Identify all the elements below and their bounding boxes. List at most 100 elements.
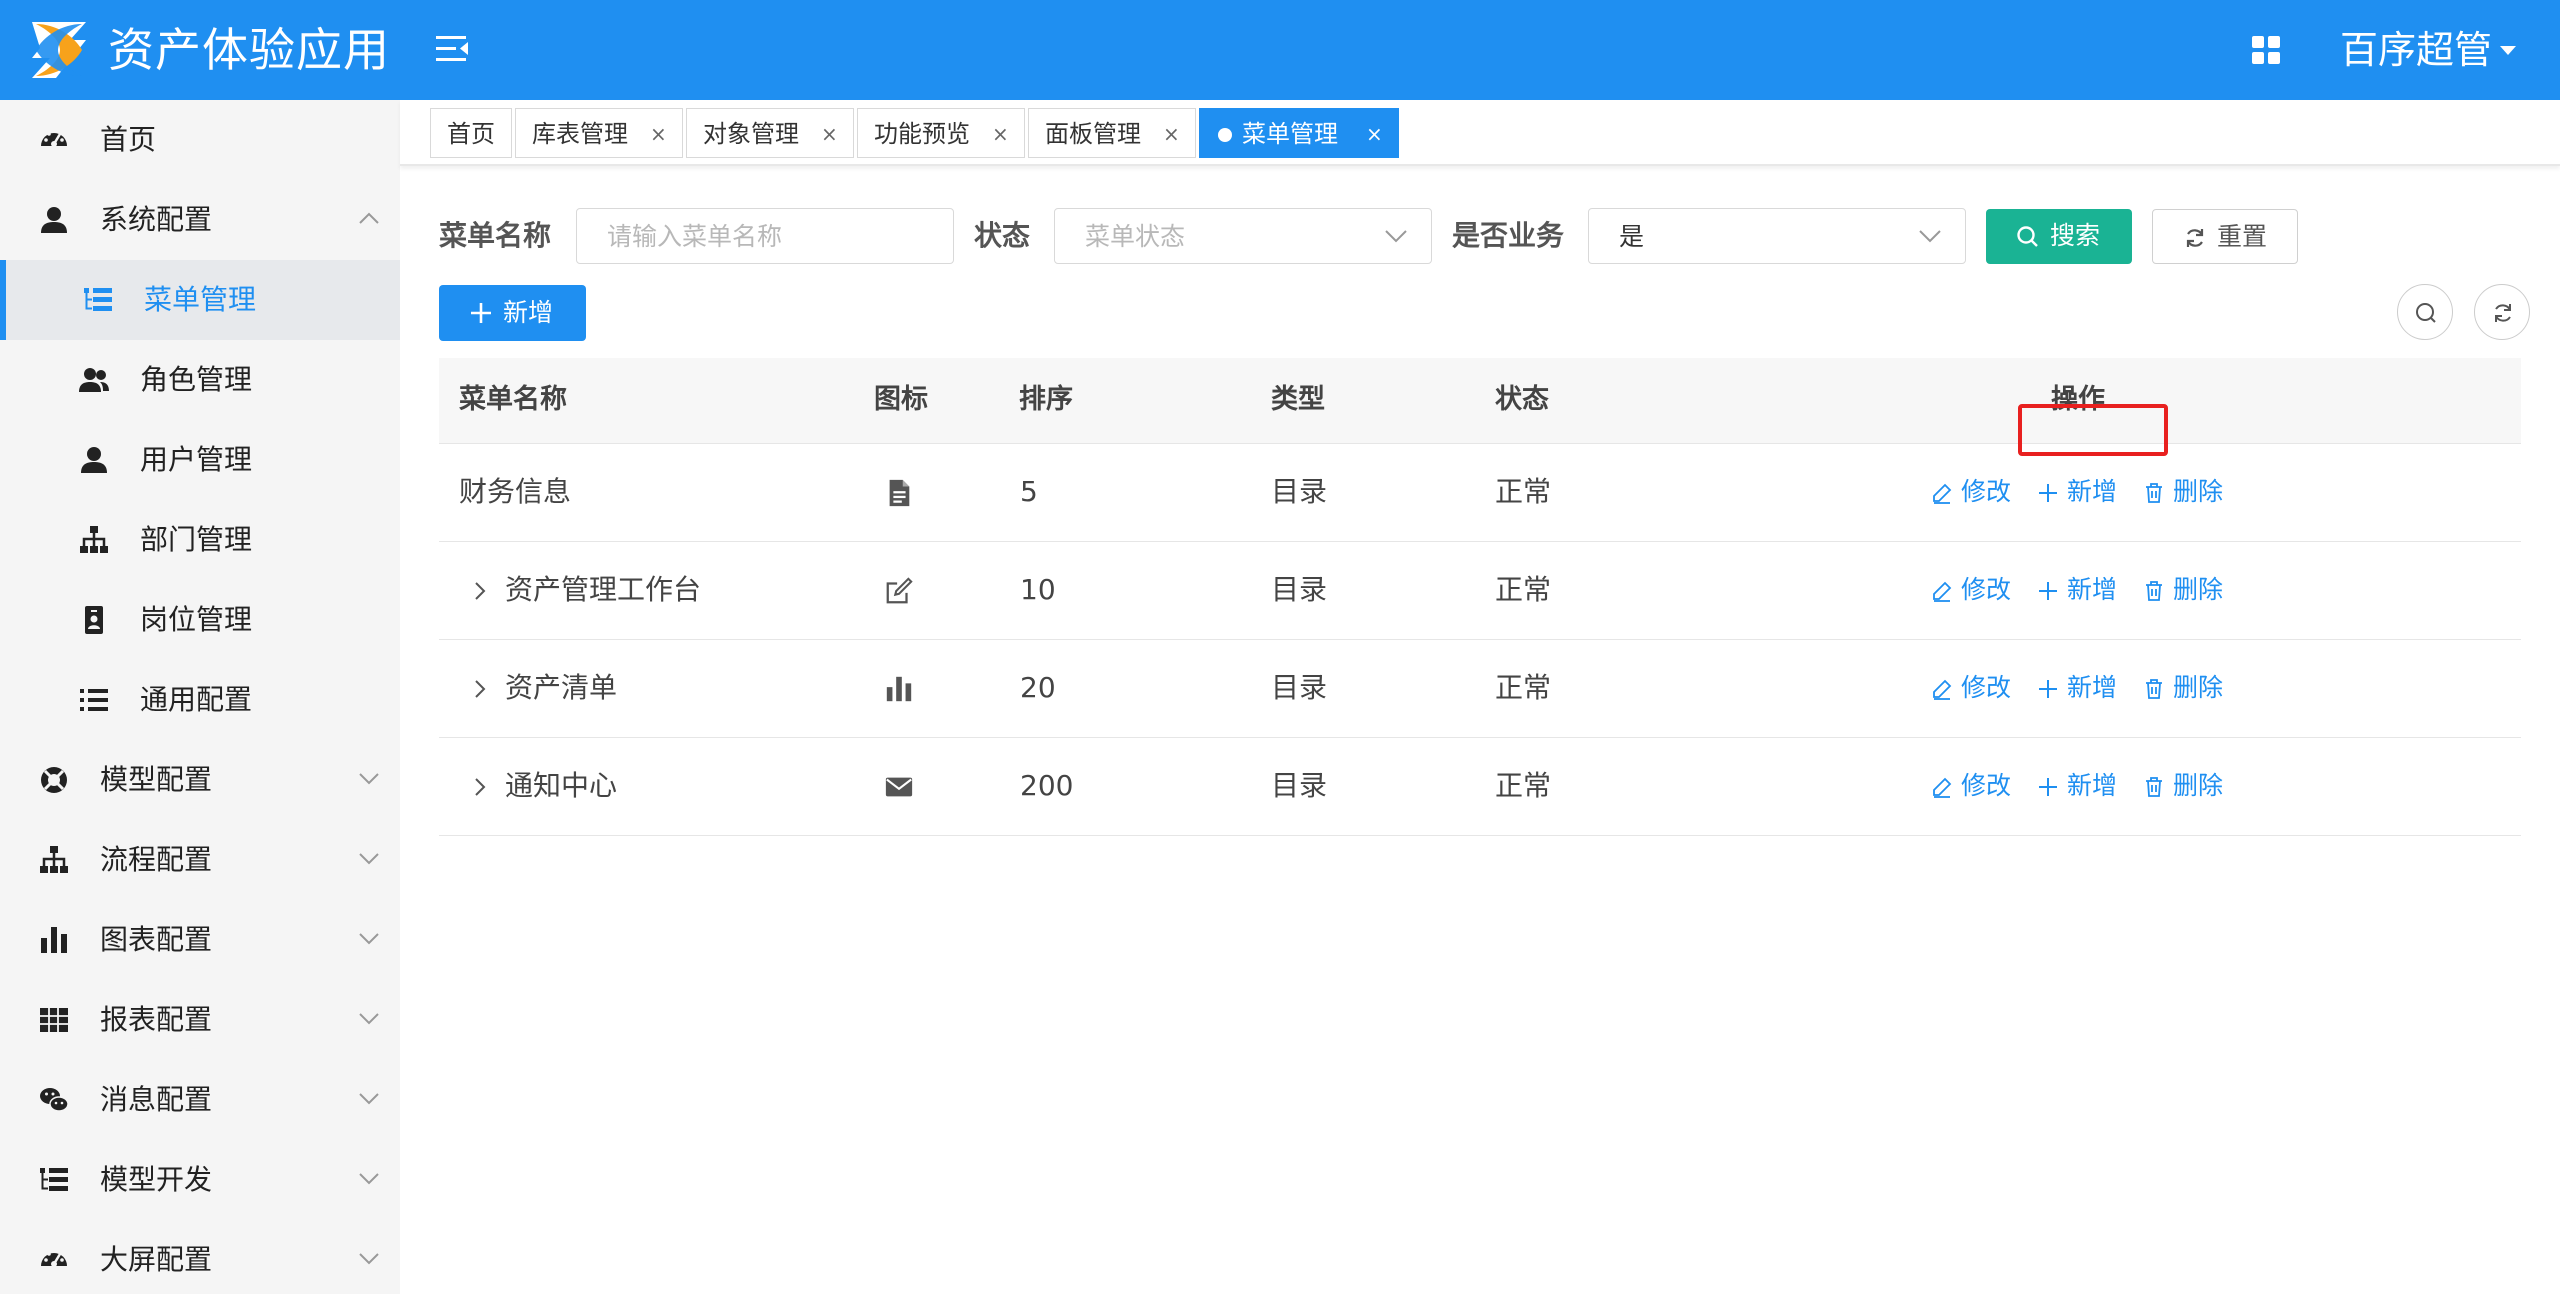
sidebar-item-9[interactable]: 流程配置 bbox=[0, 820, 400, 900]
close-icon[interactable]: × bbox=[992, 121, 1009, 147]
annotation-highlight-box bbox=[2018, 404, 2168, 456]
sidebar-item-4[interactable]: 用户管理 bbox=[0, 420, 400, 500]
reset-button[interactable]: 重置 bbox=[2152, 209, 2298, 264]
trash-icon bbox=[2146, 679, 2162, 699]
sidebar-item-12[interactable]: 消息配置 bbox=[0, 1060, 400, 1140]
tab-4[interactable]: 面板管理 × bbox=[1028, 108, 1196, 158]
sidebar-item-10[interactable]: 图表配置 bbox=[0, 900, 400, 980]
chevron-right-icon[interactable] bbox=[473, 776, 487, 798]
apps-grid-icon[interactable] bbox=[2252, 36, 2282, 66]
toggle-search-button[interactable] bbox=[2397, 284, 2453, 340]
cell-order: 200 bbox=[1020, 769, 1074, 802]
add-label: 新增 bbox=[2067, 575, 2118, 604]
menu-table: 菜单名称 图标 排序 类型 状态 操作 财务信息 5 目录 正常 修改 新增 删除 资产… bbox=[439, 358, 2521, 836]
bar-chart-icon bbox=[38, 924, 72, 956]
trash-icon bbox=[2146, 777, 2162, 797]
column-header-type: 类型 bbox=[1271, 384, 1325, 415]
edit-label: 修改 bbox=[1961, 771, 2012, 800]
cell-type: 目录 bbox=[1271, 475, 1328, 508]
sidebar-item-2[interactable]: 菜单管理 bbox=[0, 260, 400, 340]
table-header: 菜单名称 图标 排序 类型 状态 操作 bbox=[439, 358, 2521, 444]
tab-1[interactable]: 库表管理 × bbox=[515, 108, 683, 158]
pencil-icon bbox=[1933, 777, 1952, 798]
trash-icon bbox=[2146, 483, 2162, 503]
tab-3[interactable]: 功能预览 × bbox=[857, 108, 1025, 158]
cell-type: 目录 bbox=[1271, 769, 1328, 802]
sidebar-item-1[interactable]: 系统配置 bbox=[0, 180, 400, 260]
close-icon[interactable]: × bbox=[1366, 121, 1383, 147]
table-row[interactable]: 资产清单 20 目录 正常 修改 新增 删除 bbox=[439, 640, 2521, 738]
close-icon[interactable]: × bbox=[1163, 121, 1180, 147]
caret-down-icon[interactable] bbox=[2500, 46, 2516, 55]
add-button[interactable]: 新增 bbox=[439, 285, 586, 341]
add-label: 新增 bbox=[2067, 477, 2118, 506]
close-icon[interactable]: × bbox=[650, 121, 667, 147]
sidebar-item-8[interactable]: 模型配置 bbox=[0, 740, 400, 820]
sidebar-item-label: 图表配置 bbox=[100, 923, 213, 956]
tab-0[interactable]: 首页 bbox=[430, 108, 512, 158]
chevron-down-icon bbox=[359, 1093, 379, 1105]
menu-name-input[interactable]: 请输入菜单名称 bbox=[576, 208, 954, 264]
sidebar-item-label: 流程配置 bbox=[100, 843, 213, 876]
menu-name-placeholder: 请输入菜单名称 bbox=[607, 222, 783, 251]
tab-label: 功能预览 bbox=[874, 120, 970, 148]
table-row[interactable]: 财务信息 5 目录 正常 修改 新增 删除 bbox=[439, 444, 2521, 542]
edit-label: 修改 bbox=[1961, 575, 2012, 604]
column-header-icon: 图标 bbox=[874, 384, 928, 415]
cell-menu-name: 资产管理工作台 bbox=[505, 573, 702, 606]
plus-icon bbox=[2039, 484, 2057, 502]
sidebar-item-label: 用户管理 bbox=[140, 443, 253, 476]
sidebar-item-label: 岗位管理 bbox=[140, 603, 253, 636]
dashboard-icon bbox=[38, 124, 72, 156]
sidebar-item-7[interactable]: 通用配置 bbox=[0, 660, 400, 740]
sidebar-item-6[interactable]: 岗位管理 bbox=[0, 580, 400, 660]
sidebar-item-label: 角色管理 bbox=[140, 363, 253, 396]
wechat-icon bbox=[38, 1084, 72, 1116]
sidebar-item-3[interactable]: 角色管理 bbox=[0, 340, 400, 420]
cell-order: 10 bbox=[1020, 573, 1056, 606]
user-menu[interactable]: 百序超管 bbox=[2340, 24, 2492, 76]
sidebar-item-0[interactable]: 首页 bbox=[0, 100, 400, 180]
chevron-right-icon[interactable] bbox=[473, 678, 487, 700]
chevron-down-icon bbox=[1385, 230, 1407, 243]
table-grid-icon bbox=[38, 1004, 72, 1036]
sidebar-item-5[interactable]: 部门管理 bbox=[0, 500, 400, 580]
refresh-button[interactable] bbox=[2474, 284, 2530, 340]
dashboard-icon bbox=[38, 1244, 72, 1276]
pencil-icon bbox=[1933, 679, 1952, 700]
trash-icon bbox=[2146, 581, 2162, 601]
tab-2[interactable]: 对象管理 × bbox=[686, 108, 854, 158]
tab-5[interactable]: 菜单管理 × bbox=[1199, 108, 1399, 158]
refresh-icon bbox=[2495, 304, 2511, 322]
tab-label: 对象管理 bbox=[703, 120, 799, 148]
app-title: 资产体验应用 bbox=[108, 23, 390, 77]
sidebar-item-label: 消息配置 bbox=[100, 1083, 213, 1116]
table-row[interactable]: 通知中心 200 目录 正常 修改 新增 删除 bbox=[439, 738, 2521, 836]
business-select[interactable]: 是 bbox=[1588, 208, 1966, 264]
status-select[interactable]: 菜单状态 bbox=[1054, 208, 1432, 264]
tab-label: 面板管理 bbox=[1045, 120, 1141, 148]
file-text-icon bbox=[884, 478, 914, 508]
chevron-right-icon[interactable] bbox=[473, 580, 487, 602]
life-ring-icon bbox=[38, 764, 72, 796]
add-label: 新增 bbox=[2067, 673, 2118, 702]
sidebar-toggle-icon[interactable] bbox=[436, 34, 470, 64]
sidebar-item-label: 首页 bbox=[100, 123, 157, 156]
add-label: 新增 bbox=[2067, 771, 2118, 800]
table-row[interactable]: 资产管理工作台 10 目录 正常 修改 新增 删除 bbox=[439, 542, 2521, 640]
sidebar-item-13[interactable]: 模型开发 bbox=[0, 1140, 400, 1220]
sidebar-item-14[interactable]: 大屏配置 bbox=[0, 1220, 400, 1294]
menu-name-label: 菜单名称 bbox=[439, 219, 552, 252]
cell-type: 目录 bbox=[1271, 573, 1328, 606]
search-icon bbox=[2416, 303, 2436, 323]
user-icon bbox=[38, 204, 72, 236]
tab-bar: 首页 库表管理 × 对象管理 × 功能预览 × 面板管理 × 菜单管理 × bbox=[400, 100, 2560, 166]
edit-icon bbox=[884, 576, 914, 606]
search-button[interactable]: 搜索 bbox=[1986, 209, 2132, 264]
user-icon bbox=[78, 444, 112, 476]
edit-label: 修改 bbox=[1961, 477, 2012, 506]
chevron-down-icon bbox=[359, 1173, 379, 1185]
sitemap-icon bbox=[78, 524, 112, 556]
sidebar-item-11[interactable]: 报表配置 bbox=[0, 980, 400, 1060]
close-icon[interactable]: × bbox=[821, 121, 838, 147]
